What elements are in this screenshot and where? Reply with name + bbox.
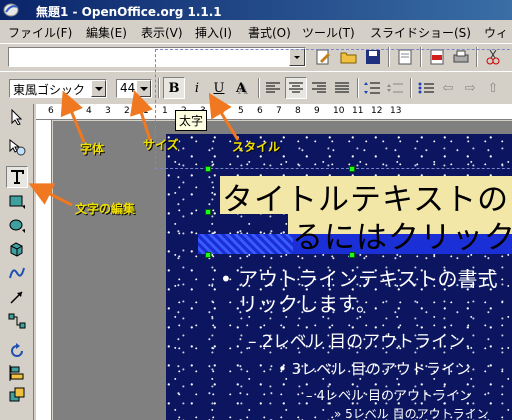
annotation-text-edit: 文字の編集 [75,202,136,216]
text-edit-arrow [28,183,73,207]
font-arrow [60,90,86,143]
annotation-size: サイズ [143,138,179,152]
style-arrow [208,92,240,141]
annotation-font: 字体 [80,142,105,156]
size-arrow [130,90,153,141]
annotation-style: スタイル [232,140,281,154]
